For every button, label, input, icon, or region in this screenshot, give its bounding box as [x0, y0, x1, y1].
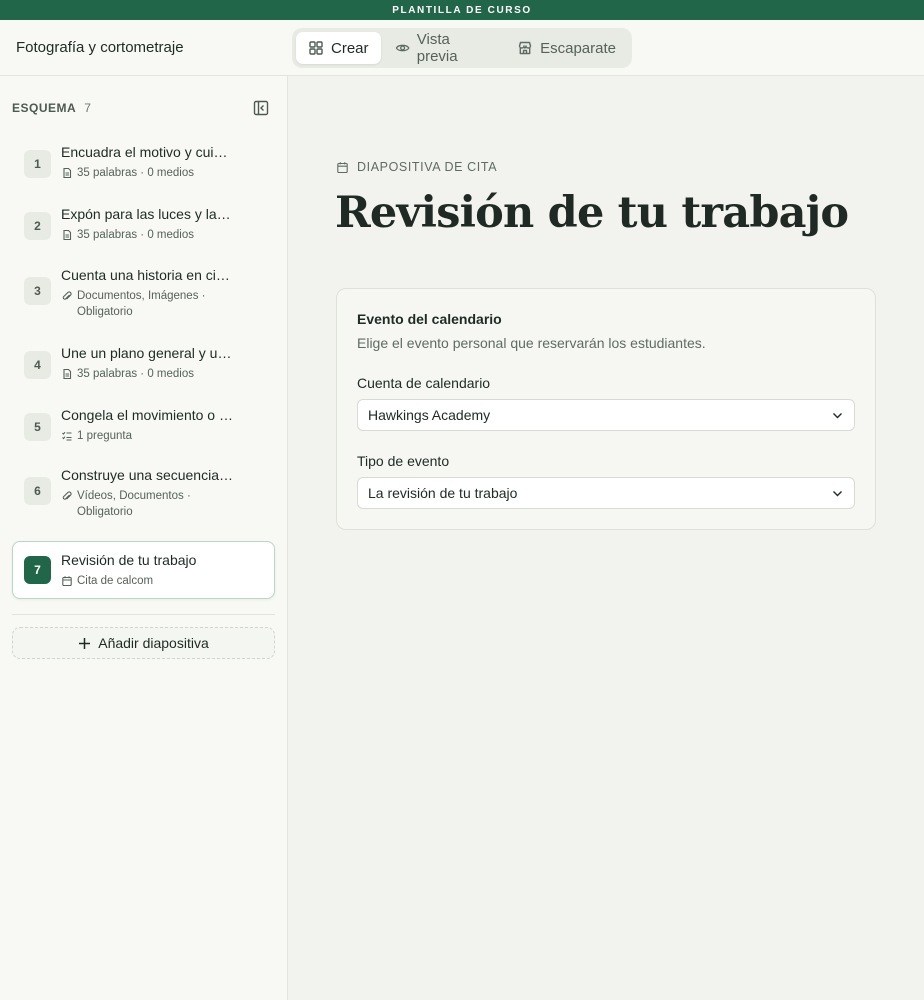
calendar-event-card: Evento del calendario Elige el evento pe…: [336, 288, 876, 530]
document-icon: [63, 368, 72, 380]
checklist-icon: [62, 431, 72, 441]
slide-item-2[interactable]: 2 Expón para las luces y las sombras 35 …: [12, 202, 275, 250]
slide-meta: 35 palabras · 0 medios: [61, 366, 221, 382]
slide-meta: Cita de calcom: [61, 573, 221, 589]
slide-meta: 35 palabras · 0 medios: [61, 227, 221, 243]
mode-storefront-label: Escaparate: [540, 39, 616, 57]
slide-meta-text: 35 palabras · 0 medios: [77, 229, 194, 241]
event-type-select[interactable]: La revisión de tu trabajo: [357, 477, 855, 509]
slide-number: 4: [24, 351, 51, 379]
document-icon: [63, 229, 72, 241]
header: Fotografía y cortometraje Crear Vista pr…: [0, 20, 924, 76]
slide-meta-text: 35 palabras · 0 medios: [77, 167, 194, 179]
slide-number: 3: [24, 277, 51, 305]
mode-storefront-button[interactable]: Escaparate: [505, 32, 628, 64]
slide-title: Construye una secuencia de planos: [61, 467, 233, 483]
slide-title: Congela el movimiento o captura el desen…: [61, 407, 233, 423]
event-type-value: La revisión de tu trabajo: [368, 485, 518, 501]
outline-sidebar: ESQUEMA 7 1 Encuadra el motivo y cuida l…: [0, 76, 288, 1000]
course-title: Fotografía y cortometraje: [16, 39, 184, 56]
card-title: Evento del calendario: [357, 311, 502, 327]
slide-item-1[interactable]: 1 Encuadra el motivo y cuida la composic…: [12, 140, 275, 188]
template-banner: PLANTILLA DE CURSO: [0, 0, 924, 20]
slide-meta-text: Cita de calcom: [77, 575, 154, 587]
slide-kind: DIAPOSITIVA DE CITA: [336, 160, 497, 174]
slide-list: 1 Encuadra el motivo y cuida la composic…: [12, 140, 276, 599]
slide-meta-text: 35 palabras · 0 medios: [77, 368, 194, 380]
paperclip-icon: [62, 491, 72, 500]
mode-create-button[interactable]: Crear: [296, 32, 381, 64]
calendar-account-select[interactable]: Hawkings Academy: [357, 399, 855, 431]
slide-title: Cuenta una historia en cinco fotos: [61, 267, 233, 283]
slide-number: 2: [24, 212, 51, 240]
outline-count: 7: [84, 101, 91, 115]
page-title[interactable]: Revisión de tu trabajo: [335, 188, 849, 238]
add-slide-button[interactable]: Añadir diapositiva: [12, 627, 275, 659]
slide-title: Une un plano general y un primer plano: [61, 345, 233, 361]
add-slide-label: Añadir diapositiva: [98, 635, 209, 651]
card-subtitle: Elige el evento personal que reservarán …: [357, 335, 706, 351]
slide-meta: 35 palabras · 0 medios: [61, 165, 221, 181]
calendar-account-label: Cuenta de calendario: [357, 375, 491, 391]
plus-icon: [79, 637, 91, 649]
slide-editor: DIAPOSITIVA DE CITA Revisión de tu traba…: [289, 76, 924, 1000]
event-type-label: Tipo de evento: [357, 453, 450, 469]
slide-number: 1: [24, 150, 51, 178]
slide-item-5[interactable]: 5 Congela el movimiento o captura el des…: [12, 403, 275, 451]
mode-preview-label: Vista previa: [416, 31, 458, 65]
slide-meta: Vídeos, Documentos · Obligatorio: [61, 488, 221, 520]
slide-item-3[interactable]: 3 Cuenta una historia en cinco fotos Doc…: [12, 264, 275, 328]
slide-kind-label: DIAPOSITIVA DE CITA: [357, 160, 498, 174]
grid-icon: [309, 41, 323, 55]
slide-number: 6: [24, 477, 51, 505]
mode-create-label: Crear: [331, 39, 369, 57]
calendar-icon: [337, 161, 348, 173]
slide-item-6[interactable]: 6 Construye una secuencia de planos Víde…: [12, 464, 275, 528]
template-banner-label: PLANTILLA DE CURSO: [392, 4, 532, 16]
mode-switcher: Crear Vista previa Escaparate: [292, 28, 632, 68]
slide-meta: Documentos, Imágenes · Obligatorio: [61, 288, 221, 320]
sidebar-divider: [12, 614, 275, 615]
slide-title: Encuadra el motivo y cuida la composició…: [61, 144, 233, 160]
eye-icon: [395, 44, 410, 52]
mode-preview-button[interactable]: Vista previa: [383, 31, 504, 65]
document-icon: [63, 167, 72, 179]
slide-number: 5: [24, 413, 51, 441]
chevron-down-icon: [833, 413, 842, 419]
slide-meta-text: 1 pregunta: [77, 430, 132, 442]
calendar-icon: [62, 576, 72, 587]
collapse-sidebar-icon[interactable]: [252, 99, 270, 117]
outline-label: ESQUEMA: [12, 101, 77, 115]
slide-meta-text: Documentos, Imágenes · Obligatorio: [77, 290, 206, 318]
slide-item-4[interactable]: 4 Une un plano general y un primer plano…: [12, 341, 275, 389]
slide-meta: 1 pregunta: [61, 428, 221, 444]
slide-title: Expón para las luces y las sombras: [61, 206, 233, 222]
paperclip-icon: [62, 291, 72, 300]
slide-item-7[interactable]: 7 Revisión de tu trabajo Cita de calcom: [12, 541, 275, 599]
chevron-down-icon: [833, 491, 842, 497]
slide-number: 7: [24, 556, 51, 584]
slide-title: Revisión de tu trabajo: [61, 552, 197, 568]
storefront-icon: [518, 41, 532, 55]
slide-meta-text: Vídeos, Documentos · Obligatorio: [77, 490, 191, 518]
outline-header: ESQUEMA 7: [12, 100, 276, 116]
calendar-account-value: Hawkings Academy: [368, 407, 491, 423]
